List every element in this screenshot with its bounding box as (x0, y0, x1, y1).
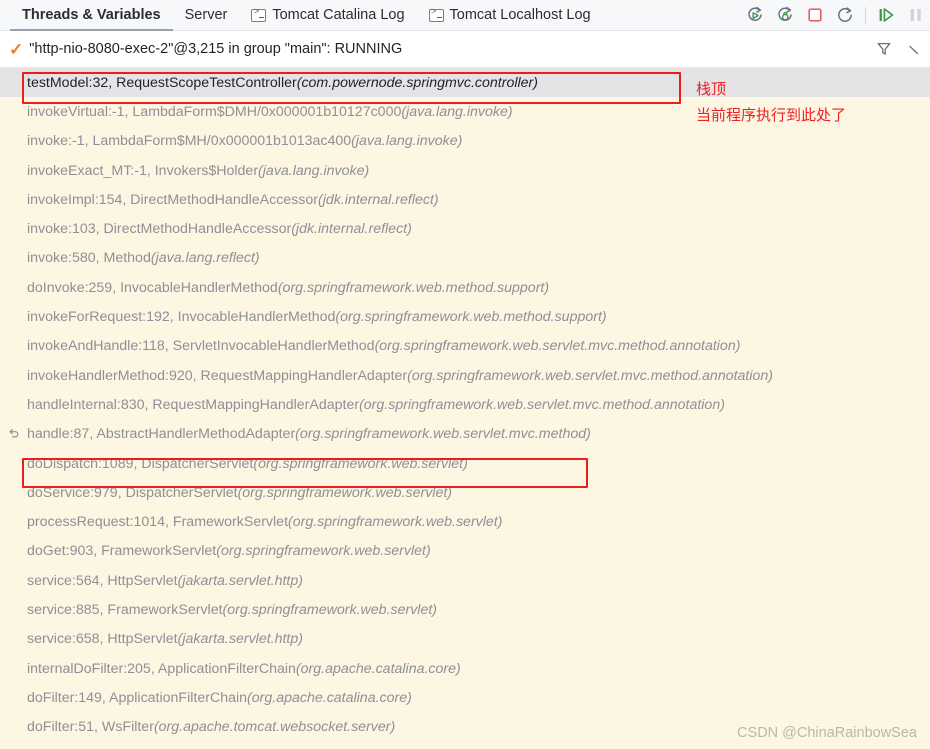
frame-package: (org.springframework.web.servlet) (288, 514, 503, 531)
stack-frame-row[interactable]: invokeExact_MT:-1, Invokers$Holder (java… (0, 156, 930, 185)
resume-program-icon[interactable] (876, 5, 896, 25)
stack-frame-row[interactable]: internalDoFilter:205, ApplicationFilterC… (0, 654, 930, 683)
toolbar-divider (865, 6, 866, 24)
frame-method: invoke:103, DirectMethodHandleAccessor (27, 221, 292, 238)
rerun-debug-icon[interactable] (775, 5, 795, 25)
frame-method: service:658, HttpServlet (27, 631, 178, 648)
run-toolbar (745, 0, 930, 31)
rerun-icon[interactable] (745, 5, 765, 25)
frame-package: (jakarta.servlet.http) (177, 572, 303, 589)
stack-frame-row[interactable]: testModel:32, RequestScopeTestController… (0, 68, 930, 98)
tab-label: Tomcat Localhost Log (449, 7, 591, 23)
pause-program-icon[interactable] (906, 5, 926, 25)
frame-method: doService:979, DispatcherServlet (27, 484, 238, 501)
frame-method: doInvoke:259, InvocableHandlerMethod (27, 279, 278, 296)
thread-row-actions (875, 40, 930, 58)
frame-method: testModel:32, RequestScopeTestController (27, 74, 297, 91)
stack-frame-row[interactable]: invokeHandlerMethod:920, RequestMappingH… (0, 361, 930, 390)
frame-package: (jdk.internal.reflect) (291, 221, 412, 238)
frame-method: processRequest:1014, FrameworkServlet (27, 514, 289, 531)
frame-method: invoke:-1, LambdaForm$MH/0x000001b1013ac… (27, 133, 352, 150)
tab-bar: Threads & Variables Server Tomcat Catali… (0, 0, 930, 32)
frame-package: (org.springframework.web.servlet) (216, 543, 431, 560)
check-icon: ✓ (9, 39, 24, 59)
stack-frame-row[interactable]: processRequest:1014, FrameworkServlet (o… (0, 507, 930, 536)
console-icon (251, 7, 267, 22)
stop-icon[interactable] (805, 5, 825, 25)
stack-frame-row[interactable]: doGet:903, FrameworkServlet (org.springf… (0, 537, 930, 566)
frame-package: (org.apache.catalina.core) (247, 689, 412, 706)
frame-package: (org.springframework.web.servlet) (222, 601, 438, 618)
frame-package: (org.springframework.web.servlet.mvc.met… (374, 338, 741, 355)
frame-package: (org.springframework.web.servlet) (253, 455, 468, 472)
frame-package: (org.apache.catalina.core) (295, 660, 461, 677)
frame-package: (jdk.internal.reflect) (317, 191, 439, 208)
frame-method: internalDoFilter:205, ApplicationFilterC… (27, 660, 296, 677)
stack-frame-row[interactable]: service:658, HttpServlet (jakarta.servle… (0, 625, 930, 654)
frame-package: (java.lang.reflect) (150, 250, 260, 267)
watermark: CSDN @ChinaRainbowSea (737, 725, 917, 741)
stack-frame-row[interactable]: invokeImpl:154, DirectMethodHandleAccess… (0, 185, 930, 214)
tab-tomcat-catalina-log[interactable]: Tomcat Catalina Log (239, 0, 416, 31)
chevron-down-icon[interactable] (907, 42, 921, 56)
tab-label: Threads & Variables (22, 7, 161, 23)
console-icon (428, 7, 444, 22)
frame-method: service:885, FrameworkServlet (27, 601, 223, 618)
stack-frame-row[interactable]: invoke:580, Method (java.lang.reflect) (0, 244, 930, 273)
stack-frame-row[interactable]: service:564, HttpServlet (jakarta.servle… (0, 566, 930, 595)
frame-method: service:564, HttpServlet (27, 572, 178, 589)
thread-label: "http-nio-8080-exec-2"@3,215 in group "m… (29, 41, 403, 57)
frame-method: invokeForRequest:192, InvocableHandlerMe… (27, 309, 336, 326)
frame-package: (jakarta.servlet.http) (177, 631, 303, 648)
frame-package: (com.powernode.springmvc.controller) (296, 74, 538, 91)
stack-frame-row[interactable]: doFilter:149, ApplicationFilterChain (or… (0, 683, 930, 712)
frame-method: doGet:903, FrameworkServlet (27, 543, 217, 560)
return-arrow-icon (7, 428, 20, 441)
call-stack-frames-list[interactable]: testModel:32, RequestScopeTestController… (0, 68, 930, 743)
frame-package: (org.apache.tomcat.websocket.server) (153, 719, 396, 736)
frame-method: handle:87, AbstractHandlerMethodAdapter (27, 426, 296, 443)
frame-package: (java.lang.invoke) (401, 103, 513, 120)
stack-frame-row[interactable]: handleInternal:830, RequestMappingHandle… (0, 390, 930, 419)
tab-threads-and-variables[interactable]: Threads & Variables (10, 0, 173, 32)
stack-frame-row[interactable]: handle:87, AbstractHandlerMethodAdapter … (0, 420, 930, 449)
stack-frame-row[interactable]: doDispatch:1089, DispatcherServlet (org.… (0, 449, 930, 478)
tab-server[interactable]: Server (173, 0, 240, 31)
frame-package: (org.springframework.web.servlet.mvc.met… (359, 396, 725, 413)
frame-method: doDispatch:1089, DispatcherServlet (27, 455, 254, 472)
annotation-stack-top: 栈顶 (696, 80, 727, 98)
stack-frame-row[interactable]: doInvoke:259, InvocableHandlerMethod (or… (0, 273, 930, 302)
annotation-current-execution: 当前程序执行到此处了 (696, 106, 847, 124)
frame-method: doFilter:51, WsFilter (27, 719, 154, 736)
stack-frame-row[interactable]: invoke:103, DirectMethodHandleAccessor (… (0, 214, 930, 243)
tab-label: Tomcat Catalina Log (272, 7, 405, 23)
tab-label: Server (184, 7, 228, 23)
stack-frame-row[interactable]: invokeAndHandle:118, ServletInvocableHan… (0, 332, 930, 361)
thread-status-row[interactable]: ✓ "http-nio-8080-exec-2"@3,215 in group … (0, 31, 930, 68)
frame-method: invokeAndHandle:118, ServletInvocableHan… (27, 338, 375, 355)
frame-method: invokeImpl:154, DirectMethodHandleAccess… (27, 191, 318, 208)
filter-icon[interactable] (875, 40, 893, 58)
restart-icon[interactable] (835, 5, 855, 25)
frame-method: doFilter:149, ApplicationFilterChain (27, 689, 248, 706)
frame-method: invokeVirtual:-1, LambdaForm$DMH/0x00000… (27, 103, 402, 120)
frame-package: (org.springframework.web.servlet.mvc.met… (407, 367, 774, 384)
frame-package: (org.springframework.web.servlet) (237, 484, 453, 501)
frame-package: (org.springframework.web.servlet.mvc.met… (295, 426, 591, 443)
debugger-frames-panel: Threads & Variables Server Tomcat Catali… (0, 0, 930, 749)
stack-frame-row[interactable]: service:885, FrameworkServlet (org.sprin… (0, 595, 930, 624)
frame-package: (org.springframework.web.method.support) (335, 309, 607, 326)
stack-frame-row[interactable]: invokeForRequest:192, InvocableHandlerMe… (0, 302, 930, 331)
frame-package: (java.lang.invoke) (258, 162, 370, 179)
frame-method: handleInternal:830, RequestMappingHandle… (27, 396, 360, 413)
stack-frame-row[interactable]: invoke:-1, LambdaForm$MH/0x000001b1013ac… (0, 127, 930, 156)
frame-method: invokeHandlerMethod:920, RequestMappingH… (27, 367, 408, 384)
tab-tomcat-localhost-log[interactable]: Tomcat Localhost Log (417, 0, 603, 31)
frame-method: invokeExact_MT:-1, Invokers$Holder (27, 162, 259, 179)
frame-package: (org.springframework.web.method.support) (277, 279, 550, 296)
stack-frame-row[interactable]: doService:979, DispatcherServlet (org.sp… (0, 478, 930, 507)
frame-method: invoke:580, Method (27, 250, 151, 267)
frame-package: (java.lang.invoke) (351, 133, 463, 150)
